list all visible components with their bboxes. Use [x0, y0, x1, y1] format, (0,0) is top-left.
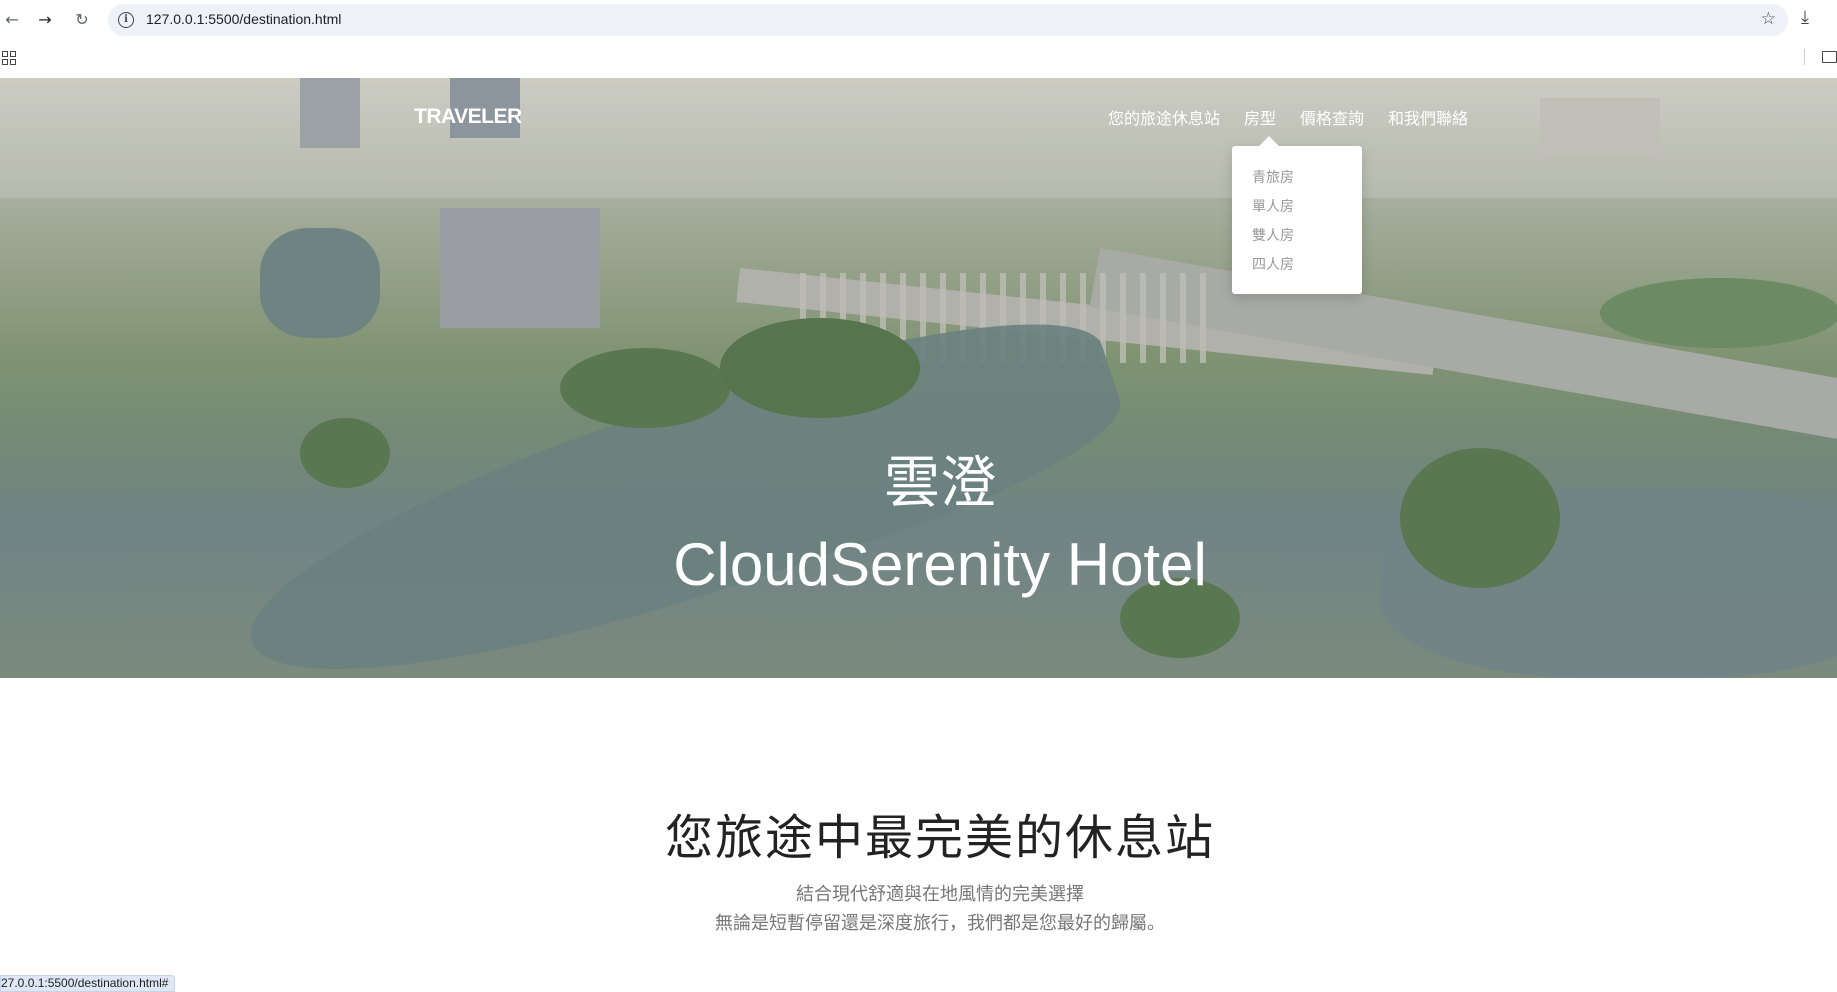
reload-icon[interactable]: ↻ — [70, 8, 94, 32]
site-info-icon[interactable]: i — [118, 12, 134, 28]
main-nav: 您的旅途休息站 房型 價格查詢 和我們聯絡 — [1108, 105, 1492, 129]
bookmark-separator — [1804, 49, 1805, 65]
address-bar[interactable]: i 127.0.0.1:5500/destination.html ☆ — [108, 4, 1788, 36]
back-icon[interactable]: ← — [0, 8, 24, 32]
download-icon[interactable]: ⤓ — [1801, 7, 1809, 28]
bookmark-star-icon[interactable]: ☆ — [1761, 9, 1776, 29]
hero-title-chinese: 雲澄 — [884, 451, 996, 516]
url-text[interactable]: 127.0.0.1:5500/destination.html — [146, 11, 341, 27]
dropdown-item-quad-room[interactable]: 四人房 — [1252, 254, 1294, 274]
dropdown-item-hostel-room[interactable]: 青旅房 — [1252, 167, 1294, 187]
nav-item-room-types[interactable]: 房型 — [1244, 105, 1276, 129]
dropdown-item-single-room[interactable]: 單人房 — [1252, 196, 1294, 216]
hero-title-english: CloudSerenity Hotel — [673, 531, 1207, 598]
nav-item-price-check[interactable]: 價格查詢 — [1300, 105, 1364, 129]
browser-chrome: ← → ↻ i 127.0.0.1:5500/destination.html … — [0, 0, 1837, 78]
brand-logo[interactable]: TRAVELER — [414, 105, 522, 129]
intro-heading: 您旅途中最完美的休息站 — [664, 810, 1215, 866]
nav-item-rest-stop[interactable]: 您的旅途休息站 — [1108, 105, 1220, 129]
nav-item-contact[interactable]: 和我們聯絡 — [1388, 105, 1468, 129]
forward-icon[interactable]: → — [33, 8, 57, 32]
link-status-bar: 27.0.0.1:5500/destination.html# — [0, 975, 176, 992]
apps-icon[interactable] — [2, 51, 16, 65]
intro-subtext-line-2: 無論是短暫停留還是深度旅行，我們都是您最好的歸屬。 — [715, 913, 1165, 934]
room-types-dropdown: 青旅房 單人房 雙人房 四人房 — [1232, 146, 1362, 294]
intro-subtext-line-1: 結合現代舒適與在地風情的完美選擇 — [796, 884, 1084, 905]
dropdown-item-double-room[interactable]: 雙人房 — [1252, 225, 1294, 245]
folder-icon[interactable] — [1822, 51, 1837, 63]
